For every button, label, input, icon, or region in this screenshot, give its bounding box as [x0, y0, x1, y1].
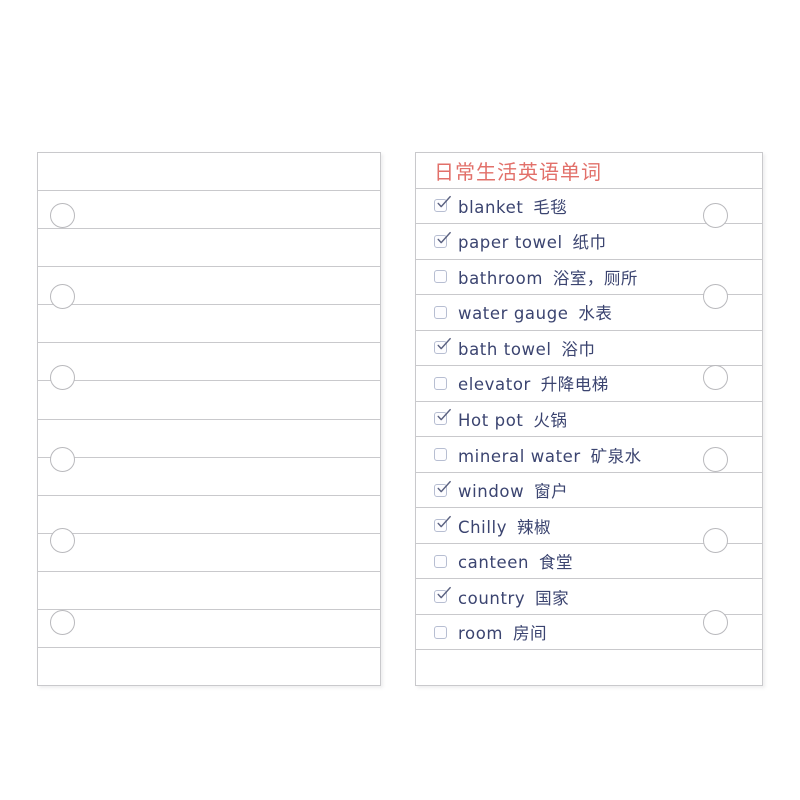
left-page-ruled-row: [38, 420, 380, 458]
vocabulary-item-row[interactable]: window 窗户: [416, 473, 762, 509]
vocabulary-item-english: bathroom: [458, 268, 543, 288]
vocabulary-item-chinese: 辣椒: [516, 517, 551, 537]
vocabulary-item-english: elevator: [458, 375, 531, 395]
vocabulary-item-label: elevator 升降电梯: [458, 371, 609, 395]
checkbox-checked[interactable]: [434, 480, 451, 497]
vocabulary-item-label: country 国家: [458, 585, 569, 609]
binder-ring-hole: [703, 609, 728, 635]
page-title: 日常生活英语单词: [434, 159, 602, 184]
left-page-ruled-row: [38, 458, 380, 496]
checkbox-unchecked[interactable]: [434, 376, 447, 390]
binder-ring-hole: [703, 527, 728, 553]
vocabulary-item-label: bathroom 浴室，厕所: [458, 265, 638, 289]
vocabulary-item-english: paper towel: [458, 233, 563, 253]
vocabulary-item-label: mineral water 矿泉水: [458, 443, 642, 467]
left-page-ruled-row: [38, 496, 380, 534]
vocabulary-item-row[interactable]: paper towel 纸巾: [416, 224, 762, 260]
vocabulary-item-label: blanket 毛毯: [458, 194, 567, 218]
left-page: [37, 152, 381, 686]
check-icon: [437, 409, 451, 421]
left-page-ruled-row: [38, 153, 380, 192]
vocabulary-item-english: mineral water: [458, 446, 581, 466]
left-page-rows: [38, 153, 380, 685]
check-icon: [437, 515, 451, 528]
vocabulary-item-chinese: 毛毯: [533, 197, 568, 217]
checkbox-unchecked[interactable]: [434, 270, 447, 284]
check-icon: [437, 196, 451, 208]
vocabulary-item-row[interactable]: bath towel 浴巾: [416, 331, 762, 367]
left-page-ruled-row: [38, 572, 380, 610]
vocabulary-item-row[interactable]: country 国家: [416, 579, 762, 615]
binder-ring-hole: [703, 283, 728, 309]
vocabulary-item-english: bath towel: [458, 339, 552, 359]
binder-ring-hole: [50, 283, 75, 309]
binder-ring-hole: [50, 364, 75, 390]
checkbox-checked[interactable]: [434, 587, 451, 604]
vocabulary-item-label: Chilly 辣椒: [458, 514, 551, 538]
checkbox-checked[interactable]: [434, 231, 451, 248]
left-page-ruled-row: [38, 534, 380, 572]
vocabulary-item-english: country: [458, 588, 526, 608]
binder-ring-hole: [50, 609, 75, 635]
right-page-blank-row: [416, 650, 762, 685]
vocabulary-item-label: window 窗户: [458, 478, 568, 502]
vocabulary-item-english: room: [458, 624, 504, 644]
checkbox-checked[interactable]: [434, 196, 451, 213]
checkbox-unchecked[interactable]: [434, 625, 447, 639]
vocabulary-item-english: blanket: [458, 197, 524, 217]
binder-ring-hole: [703, 202, 728, 228]
left-page-ruled-row: [38, 381, 380, 420]
checkbox-unchecked[interactable]: [434, 554, 447, 568]
checkbox-checked[interactable]: [434, 515, 451, 533]
binder-ring-hole: [703, 364, 728, 390]
vocabulary-item-chinese: 矿泉水: [590, 446, 642, 466]
check-icon: [437, 338, 451, 350]
check-icon: [437, 587, 451, 599]
vocabulary-item-label: paper towel 纸巾: [458, 229, 607, 253]
vocabulary-item-label: water gauge 水表: [458, 300, 612, 324]
left-page-ruled-row: [38, 648, 380, 685]
right-page: 日常生活英语单词 blanket 毛毯 paper towel 纸巾 bathroo…: [415, 152, 763, 686]
left-page-ruled-row: [38, 229, 380, 268]
vocabulary-item-label: bath towel 浴巾: [458, 336, 595, 360]
vocabulary-item-english: water gauge: [458, 304, 569, 324]
vocabulary-item-chinese: 升降电梯: [540, 375, 609, 395]
vocabulary-item-english: Hot pot: [458, 410, 524, 430]
vocabulary-item-label: room 房间: [458, 620, 547, 644]
check-icon: [437, 480, 451, 492]
left-page-ruled-row: [38, 610, 380, 649]
notebook-spread: 日常生活英语单词 blanket 毛毯 paper towel 纸巾 bathroo…: [0, 0, 800, 800]
binder-ring-hole: [50, 446, 75, 472]
right-page-rows: 日常生活英语单词 blanket 毛毯 paper towel 纸巾 bathroo…: [416, 153, 762, 685]
vocabulary-item-english: window: [458, 482, 525, 502]
vocabulary-item-label: canteen 食堂: [458, 549, 573, 573]
vocabulary-item-label: Hot pot 火锅: [458, 407, 567, 431]
vocabulary-item-english: canteen: [458, 553, 530, 573]
vocabulary-item-english: Chilly: [458, 517, 508, 537]
vocabulary-item-chinese: 窗户: [534, 482, 569, 502]
vocabulary-item-chinese: 国家: [535, 588, 570, 608]
vocabulary-item-chinese: 纸巾: [572, 233, 607, 253]
vocabulary-list-title-row: 日常生活英语单词: [416, 153, 762, 189]
left-page-ruled-row: [38, 343, 380, 382]
checkbox-checked[interactable]: [434, 409, 451, 426]
vocabulary-item-chinese: 水表: [578, 304, 613, 324]
left-page-ruled-row: [38, 191, 380, 230]
vocabulary-item-chinese: 浴巾: [561, 339, 596, 359]
left-page-ruled-row: [38, 267, 380, 306]
vocabulary-item-chinese: 食堂: [538, 553, 573, 573]
check-icon: [437, 231, 451, 244]
binder-ring-hole: [703, 446, 728, 472]
vocabulary-item-row[interactable]: Hot pot 火锅: [416, 402, 762, 438]
vocabulary-item-chinese: 火锅: [533, 410, 568, 430]
binder-ring-hole: [50, 527, 75, 553]
vocabulary-item-chinese: 浴室，厕所: [552, 268, 638, 288]
vocabulary-item-chinese: 房间: [512, 624, 547, 644]
left-page-ruled-row: [38, 305, 380, 344]
checkbox-unchecked[interactable]: [434, 305, 447, 319]
binder-ring-hole: [50, 202, 75, 228]
checkbox-unchecked[interactable]: [434, 448, 447, 462]
checkbox-checked[interactable]: [434, 338, 451, 355]
